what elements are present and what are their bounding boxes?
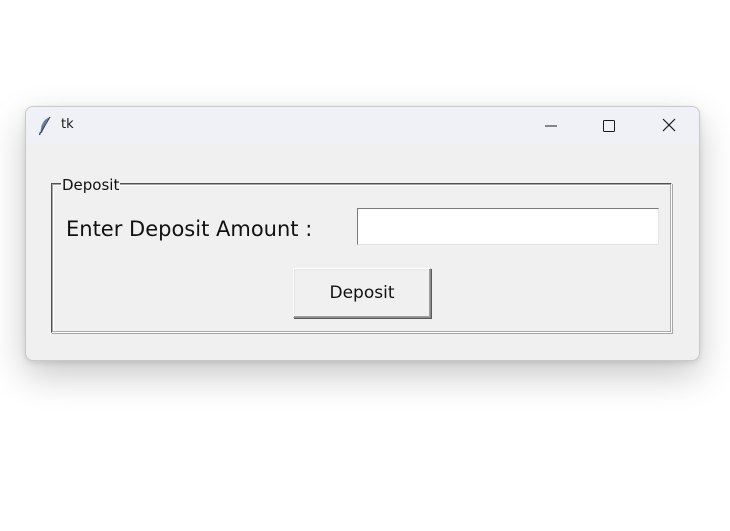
window-title: tk bbox=[61, 117, 74, 132]
title-bar[interactable]: tk bbox=[26, 107, 699, 145]
close-button[interactable] bbox=[640, 107, 698, 145]
close-icon bbox=[662, 117, 676, 136]
app-window: tk Deposit Enter Deposit Amount : Deposi… bbox=[25, 106, 700, 361]
minimize-icon bbox=[545, 117, 557, 136]
maximize-icon bbox=[603, 117, 615, 136]
deposit-amount-input[interactable] bbox=[357, 208, 659, 245]
deposit-button[interactable]: Deposit bbox=[293, 268, 431, 318]
maximize-button[interactable] bbox=[580, 107, 638, 145]
feather-icon bbox=[38, 116, 52, 136]
deposit-frame-legend: Deposit bbox=[61, 175, 121, 195]
deposit-amount-label: Enter Deposit Amount : bbox=[66, 217, 313, 241]
minimize-button[interactable] bbox=[522, 107, 580, 145]
